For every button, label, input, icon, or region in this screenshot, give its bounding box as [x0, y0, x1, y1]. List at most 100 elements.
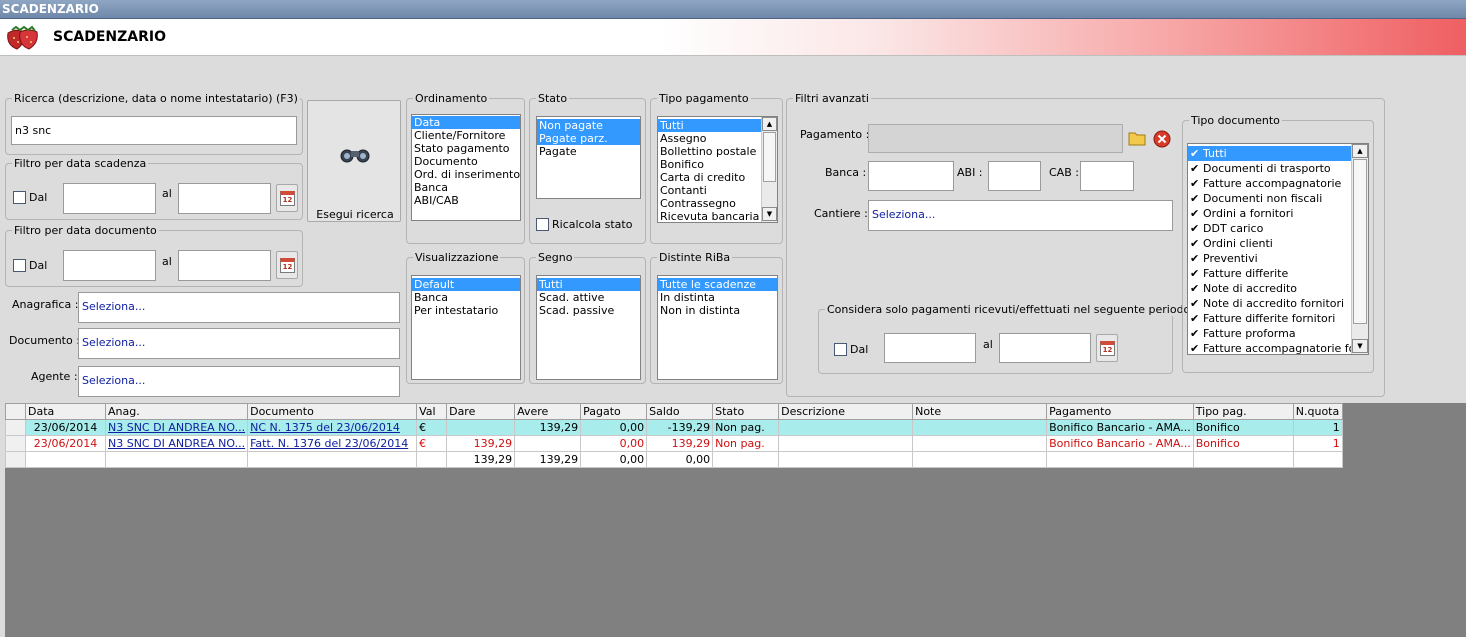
- checkmark-icon[interactable]: ✔: [1190, 266, 1200, 281]
- banca-input[interactable]: [868, 161, 954, 191]
- list-item[interactable]: Tutti: [537, 278, 640, 291]
- checkmark-icon[interactable]: ✔: [1190, 146, 1200, 161]
- checkmark-icon[interactable]: ✔: [1190, 221, 1200, 236]
- checkmark-icon[interactable]: ✔: [1190, 311, 1200, 326]
- column-header[interactable]: Dare: [446, 403, 516, 420]
- list-item[interactable]: ✔ Fatture proforma: [1188, 326, 1351, 341]
- list-item[interactable]: Scad. passive: [537, 304, 640, 317]
- table-link[interactable]: NC N. 1375 del 23/06/2014: [250, 421, 400, 434]
- column-header[interactable]: Saldo: [646, 403, 714, 420]
- cab-input[interactable]: [1080, 161, 1134, 191]
- table-link[interactable]: Fatt. N. 1376 del 23/06/2014: [250, 437, 408, 450]
- search-input[interactable]: n3 snc: [11, 116, 297, 145]
- checkmark-icon[interactable]: ✔: [1190, 341, 1200, 354]
- checkmark-icon[interactable]: ✔: [1190, 176, 1200, 191]
- checkmark-icon[interactable]: ✔: [1190, 191, 1200, 206]
- scroll-down-icon[interactable]: ▼: [1352, 339, 1368, 353]
- table-row[interactable]: 23/06/2014 N3 SNC DI ANDREA NO... NC N. 13…: [5, 419, 1343, 436]
- list-item[interactable]: Default: [412, 278, 520, 291]
- documento-to-input[interactable]: [178, 250, 271, 281]
- column-header[interactable]: Documento: [247, 403, 418, 420]
- list-item[interactable]: Documento: [412, 155, 520, 168]
- list-item[interactable]: In distinta: [658, 291, 777, 304]
- ricalcola-checkbox[interactable]: [536, 217, 549, 231]
- list-item[interactable]: Carta di credito: [658, 171, 761, 184]
- list-item[interactable]: Contrassegno: [658, 197, 761, 210]
- scadenze-grid[interactable]: Data Anag. Documento Val Dare Avere Pagato Sald…: [5, 403, 1466, 637]
- list-item[interactable]: ✔ Preventivi: [1188, 251, 1351, 266]
- checkmark-icon[interactable]: ✔: [1190, 281, 1200, 296]
- agente-field[interactable]: Seleziona...: [78, 366, 400, 397]
- column-header[interactable]: Descrizione: [778, 403, 914, 420]
- scroll-thumb[interactable]: [1353, 159, 1367, 324]
- list-item[interactable]: ✔ Fatture differite: [1188, 266, 1351, 281]
- tipo-documento-list[interactable]: ✔ Tutti ✔ Documenti di trasporto ✔ Fatture ac…: [1187, 143, 1369, 355]
- checkmark-icon[interactable]: ✔: [1190, 251, 1200, 266]
- column-header[interactable]: Pagato: [580, 403, 648, 420]
- pagamento-clear-button[interactable]: [1151, 126, 1173, 150]
- list-item[interactable]: Scad. attive: [537, 291, 640, 304]
- checkmark-icon[interactable]: ✔: [1190, 296, 1200, 311]
- column-header[interactable]: N.quota: [1292, 403, 1343, 420]
- documento-from-input[interactable]: [63, 250, 156, 281]
- row-indicator[interactable]: [5, 419, 26, 436]
- list-item[interactable]: Tutti: [658, 119, 761, 132]
- abi-input[interactable]: [988, 161, 1041, 191]
- column-header[interactable]: Stato: [712, 403, 780, 420]
- list-item[interactable]: Banca: [412, 181, 520, 194]
- list-item[interactable]: Cliente/Fornitore: [412, 129, 520, 142]
- checkmark-icon[interactable]: ✔: [1190, 326, 1200, 341]
- list-item[interactable]: Pagate: [537, 145, 640, 158]
- list-item[interactable]: Banca: [412, 291, 520, 304]
- column-header[interactable]: Avere: [514, 403, 582, 420]
- search-button[interactable]: Esegui ricerca: [307, 100, 401, 222]
- list-item[interactable]: Bollettino postale: [658, 145, 761, 158]
- list-item[interactable]: Data: [412, 116, 520, 129]
- stato-list[interactable]: Non pagate Pagate parz. Pagate: [536, 116, 641, 199]
- periodo-from-input[interactable]: [884, 333, 976, 363]
- scadenza-dal-checkbox[interactable]: [13, 190, 26, 204]
- scroll-down-icon[interactable]: ▼: [762, 207, 777, 221]
- ordinamento-list[interactable]: Data Cliente/Fornitore Stato pagamento D…: [411, 114, 521, 221]
- scadenza-to-input[interactable]: [178, 183, 271, 214]
- table-link[interactable]: N3 SNC DI ANDREA NO...: [108, 437, 245, 450]
- row-indicator[interactable]: [5, 435, 26, 452]
- column-header[interactable]: Val: [416, 403, 448, 420]
- checkmark-icon[interactable]: ✔: [1190, 161, 1200, 176]
- scadenza-from-input[interactable]: [63, 183, 156, 214]
- documento-dal-checkbox[interactable]: [13, 258, 26, 272]
- distinte-list[interactable]: Tutte le scadenze In distinta Non in dis…: [657, 275, 778, 380]
- list-item[interactable]: Per intestatario: [412, 304, 520, 317]
- checkmark-icon[interactable]: ✔: [1190, 236, 1200, 251]
- scadenza-calendar-button[interactable]: 12: [276, 184, 298, 212]
- list-item[interactable]: Non in distinta: [658, 304, 777, 317]
- list-item[interactable]: ✔ Note di accredito: [1188, 281, 1351, 296]
- column-header[interactable]: Tipo pag.: [1192, 403, 1294, 420]
- tipo-pagamento-list[interactable]: Tutti Assegno Bollettino postale Bonific…: [657, 116, 778, 223]
- periodo-to-input[interactable]: [999, 333, 1091, 363]
- column-header[interactable]: Note: [912, 403, 1048, 420]
- visualizzazione-list[interactable]: Default Banca Per intestatario: [411, 275, 521, 380]
- list-item[interactable]: ✔ DDT carico: [1188, 221, 1351, 236]
- list-item[interactable]: Non pagate: [537, 119, 640, 132]
- scroll-up-icon[interactable]: ▲: [762, 117, 777, 131]
- list-item[interactable]: ✔ Fatture differite fornitori: [1188, 311, 1351, 326]
- list-item[interactable]: Tutte le scadenze: [658, 278, 777, 291]
- list-item[interactable]: Assegno: [658, 132, 761, 145]
- totals-row[interactable]: 139,29 139,29 0,00 0,00: [5, 451, 1343, 468]
- list-item[interactable]: ✔ Fatture accompagnatorie forni: [1188, 341, 1368, 354]
- column-header[interactable]: Pagamento: [1046, 403, 1194, 420]
- list-item[interactable]: ✔ Fatture accompagnatorie: [1188, 176, 1351, 191]
- periodo-dal-checkbox[interactable]: [834, 342, 847, 356]
- cantiere-field[interactable]: Seleziona...: [868, 200, 1173, 231]
- list-item[interactable]: ✔ Documenti di trasporto: [1188, 161, 1351, 176]
- pagamento-browse-button[interactable]: [1127, 126, 1147, 150]
- documento-calendar-button[interactable]: 12: [276, 251, 298, 279]
- list-item[interactable]: Stato pagamento: [412, 142, 520, 155]
- segno-list[interactable]: Tutti Scad. attive Scad. passive: [536, 275, 641, 380]
- pagamento-field[interactable]: [868, 124, 1123, 153]
- list-item[interactable]: Contanti: [658, 184, 761, 197]
- row-indicator[interactable]: [5, 451, 26, 468]
- list-item[interactable]: ✔ Tutti: [1188, 146, 1351, 161]
- list-item[interactable]: ✔ Documenti non fiscali: [1188, 191, 1351, 206]
